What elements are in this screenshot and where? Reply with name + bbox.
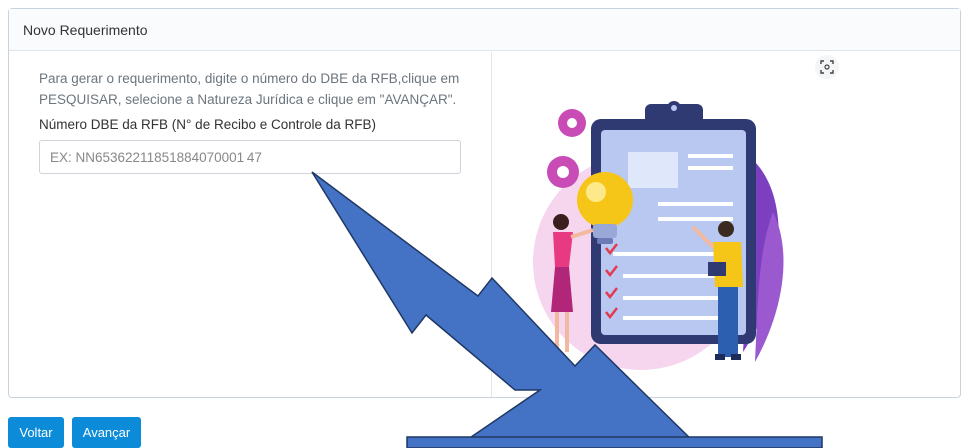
callout-box — [406, 436, 823, 448]
card-header: Novo Requerimento — [9, 9, 960, 51]
back-button[interactable]: Voltar — [8, 417, 64, 448]
expand-icon[interactable] — [815, 55, 839, 79]
next-button[interactable]: Avançar — [72, 417, 141, 448]
focus-icon — [820, 60, 834, 74]
illustration-column — [493, 52, 960, 397]
form-column: Para gerar o requerimento, digite o núme… — [9, 52, 492, 397]
dbe-number-input[interactable] — [39, 140, 461, 174]
clipboard-lightbulb-illustration — [533, 101, 784, 370]
instructions-text: Para gerar o requerimento, digite o núme… — [39, 71, 460, 107]
card-title: Novo Requerimento — [23, 21, 148, 38]
dbe-field-label: Número DBE da RFB (N° de Recibo e Contro… — [39, 117, 377, 132]
